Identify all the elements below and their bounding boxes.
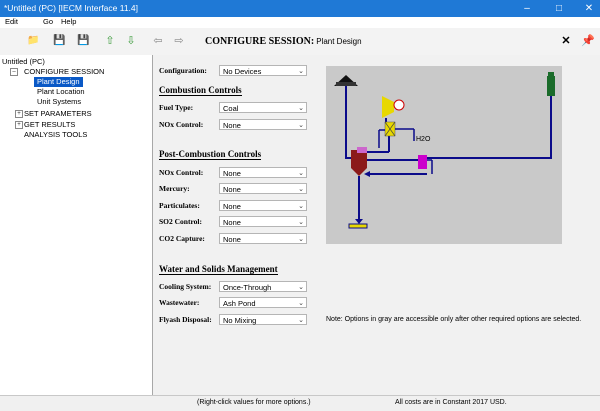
mercury-select[interactable]: None ⌄ xyxy=(219,183,307,194)
arrow-up-icon[interactable]: ⇧ xyxy=(104,35,116,47)
boiler-hopper xyxy=(351,168,367,176)
tree-plant-location[interactable]: Plant Location xyxy=(37,87,85,97)
tree-analysis-tools[interactable]: ANALYSIS TOOLS xyxy=(24,130,87,140)
stack-line xyxy=(427,96,552,159)
fuel-type-label: Fuel Type: xyxy=(159,103,194,112)
ash-pond-icon xyxy=(348,223,368,229)
page-title-main: CONFIGURE SESSION: xyxy=(205,36,315,47)
menu-go[interactable]: Go xyxy=(43,17,53,26)
tree-configure-session[interactable]: CONFIGURE SESSION xyxy=(24,67,104,77)
tree-root[interactable]: Untitled (PC) xyxy=(2,57,45,67)
wastewater-label: Wastewater: xyxy=(159,298,200,307)
chevron-down-icon: ⌄ xyxy=(298,122,304,129)
window-title: *Untitled (PC) [IECM Interface 11.4] xyxy=(4,3,139,13)
navigation-tree: Untitled (PC) – CONFIGURE SESSION Plant … xyxy=(0,55,153,395)
nox-control-post-label: NOx Control: xyxy=(159,168,204,177)
boiler-burner xyxy=(357,147,367,153)
so2-control-value: None xyxy=(223,218,241,227)
tree-plant-design[interactable]: Plant Design xyxy=(34,77,83,87)
tree-get-results[interactable]: GET RESULTS xyxy=(24,120,75,130)
nox-control-combustion-label: NOx Control: xyxy=(159,120,204,129)
mercury-label: Mercury: xyxy=(159,184,190,193)
tree-set-parameters[interactable]: SET PARAMETERS xyxy=(24,109,92,119)
menu-help[interactable]: Help xyxy=(61,17,76,26)
title-bar: *Untitled (PC) [IECM Interface 11.4] – □… xyxy=(0,0,600,17)
ash-arrow-icon xyxy=(355,219,363,224)
chevron-down-icon: ⌄ xyxy=(298,300,304,307)
menu-bar: Edit Go Help xyxy=(0,17,600,28)
forward-icon[interactable]: ⇨ xyxy=(173,35,185,47)
toolbar: 📁 💾 💾 ⇧ ⇩ ⇦ ⇨ CONFIGURE SESSION: Plant D… xyxy=(0,28,600,56)
tree-unit-systems[interactable]: Unit Systems xyxy=(37,97,81,107)
chevron-down-icon: ⌄ xyxy=(298,170,304,177)
minimize-icon[interactable]: – xyxy=(512,0,542,17)
nox-control-combustion-value: None xyxy=(223,121,241,130)
fuel-type-select[interactable]: Coal ⌄ xyxy=(219,102,307,113)
save-icon[interactable]: 💾 xyxy=(53,35,65,47)
co2-capture-select[interactable]: None ⌄ xyxy=(219,233,307,244)
wastewater-select[interactable]: Ash Pond ⌄ xyxy=(219,297,307,308)
flyash-disposal-select[interactable]: No Mixing ⌄ xyxy=(219,314,307,325)
cooling-system-value: Once-Through xyxy=(223,283,272,292)
wastewater-value: Ash Pond xyxy=(223,299,256,308)
close-window-icon[interactable]: ✕ xyxy=(574,0,600,17)
chevron-down-icon: ⌄ xyxy=(298,236,304,243)
generator-icon xyxy=(393,99,405,111)
cooling-system-select[interactable]: Once-Through ⌄ xyxy=(219,281,307,292)
particulates-select[interactable]: None ⌄ xyxy=(219,200,307,211)
arrow-down-icon[interactable]: ⇩ xyxy=(125,35,137,47)
close-session-icon[interactable]: ✕ xyxy=(560,35,572,47)
co2-capture-value: None xyxy=(223,235,241,244)
nox-control-post-value: None xyxy=(223,169,241,178)
plant-diagram-svg: H2O xyxy=(334,72,555,229)
chevron-down-icon: ⌄ xyxy=(298,219,304,226)
cooling-system-label: Cooling System: xyxy=(159,282,212,291)
combustion-section-title: Combustion Controls xyxy=(159,85,242,96)
menu-edit[interactable]: Edit xyxy=(5,17,18,26)
flyash-disposal-label: Flyash Disposal: xyxy=(159,315,212,324)
h2o-label: H2O xyxy=(416,136,431,143)
save-as-icon[interactable]: 💾 xyxy=(77,35,89,47)
page-title: CONFIGURE SESSION: Plant Design xyxy=(205,36,362,47)
open-folder-icon[interactable]: 📁 xyxy=(27,35,39,47)
chevron-down-icon: ⌄ xyxy=(298,203,304,210)
turbine-icon xyxy=(382,96,394,118)
status-costs: All costs are in Constant 2017 USD. xyxy=(395,399,507,406)
plant-diagram: H2O xyxy=(326,66,562,244)
particulates-value: None xyxy=(223,202,241,211)
chevron-down-icon: ⌄ xyxy=(298,317,304,324)
stack-icon xyxy=(547,76,555,96)
coal-pile-base xyxy=(336,82,356,86)
configuration-value: No Devices xyxy=(223,67,262,76)
flyash-disposal-value: No Mixing xyxy=(223,316,257,325)
so2-control-select[interactable]: None ⌄ xyxy=(219,216,307,227)
options-note: Note: Options in gray are accessible onl… xyxy=(326,316,582,323)
so2-control-label: SO2 Control: xyxy=(159,217,202,226)
chevron-down-icon: ⌄ xyxy=(298,186,304,193)
status-bar: (Right-click values for more options.) A… xyxy=(0,395,600,411)
configuration-label: Configuration: xyxy=(159,66,207,75)
chevron-down-icon: ⌄ xyxy=(298,105,304,112)
chevron-down-icon: ⌄ xyxy=(298,68,304,75)
particulates-label: Particulates: xyxy=(159,201,200,210)
maximize-icon[interactable]: □ xyxy=(544,0,574,17)
nox-control-post-select[interactable]: None ⌄ xyxy=(219,167,307,178)
tree-collapse-icon[interactable]: – xyxy=(10,68,18,76)
fuel-type-value: Coal xyxy=(223,104,239,113)
tree-expand-icon[interactable]: + xyxy=(15,110,23,118)
co2-capture-label: CO2 Capture: xyxy=(159,234,205,243)
coal-feed-pipe xyxy=(345,86,352,159)
chevron-down-icon: ⌄ xyxy=(298,284,304,291)
pin-icon[interactable]: 📌 xyxy=(581,35,595,47)
configuration-select[interactable]: No Devices ⌄ xyxy=(219,65,307,76)
nox-control-combustion-select[interactable]: None ⌄ xyxy=(219,119,307,130)
status-hint: (Right-click values for more options.) xyxy=(197,399,311,406)
mercury-value: None xyxy=(223,185,241,194)
tree-expand-icon[interactable]: + xyxy=(15,121,23,129)
post-combustion-section-title: Post-Combustion Controls xyxy=(159,149,262,160)
water-solids-section-title: Water and Solids Management xyxy=(159,264,278,275)
back-icon[interactable]: ⇦ xyxy=(152,35,164,47)
page-title-sub: Plant Design xyxy=(316,37,362,46)
air-heater-icon xyxy=(418,155,427,169)
